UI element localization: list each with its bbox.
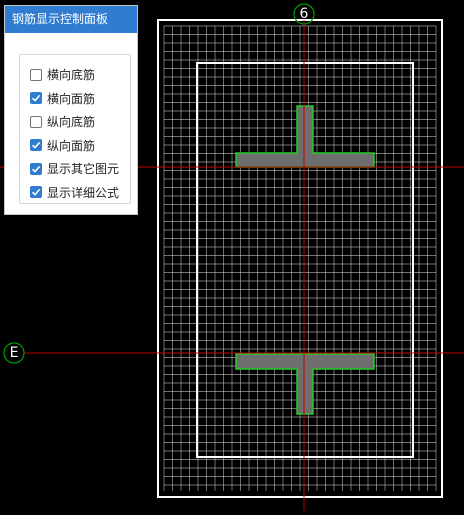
option-show-detailed-formula[interactable]: 显示详细公式 bbox=[20, 181, 130, 205]
checkbox-checked[interactable] bbox=[30, 162, 42, 175]
option-label: 显示其它图元 bbox=[47, 162, 120, 177]
lower-t-member bbox=[235, 353, 375, 415]
option-longitudinal-bottom-rebar[interactable]: 纵向底筋 bbox=[20, 110, 130, 134]
option-label: 纵向面筋 bbox=[47, 138, 96, 153]
option-transverse-top-rebar[interactable]: 横向面筋 bbox=[20, 87, 130, 111]
checkbox-checked[interactable] bbox=[30, 139, 42, 152]
checkbox-checked[interactable] bbox=[30, 186, 42, 199]
axis-6-label: 6 bbox=[299, 6, 309, 22]
option-label: 横向底筋 bbox=[47, 68, 96, 83]
checkbox-checked[interactable] bbox=[30, 92, 42, 105]
option-transverse-bottom-rebar[interactable]: 横向底筋 bbox=[20, 63, 130, 87]
option-label: 纵向底筋 bbox=[47, 115, 96, 130]
checkbox-unchecked[interactable] bbox=[30, 115, 42, 128]
checkbox-unchecked[interactable] bbox=[30, 68, 42, 81]
option-show-other-elements[interactable]: 显示其它图元 bbox=[20, 157, 130, 181]
panel-title: 钢筋显示控制面板 bbox=[5, 6, 137, 33]
option-longitudinal-top-rebar[interactable]: 纵向面筋 bbox=[20, 134, 130, 158]
axis-e-label: E bbox=[9, 345, 19, 361]
option-label: 显示详细公式 bbox=[47, 185, 120, 200]
rebar-grid bbox=[163, 25, 437, 491]
option-label: 横向面筋 bbox=[47, 91, 96, 106]
options-group: 横向底筋 横向面筋 纵向底筋 纵向面筋 显示其它图元 显示详细公式 bbox=[19, 54, 131, 204]
rebar-display-control-panel: 钢筋显示控制面板 横向底筋 横向面筋 纵向底筋 纵向面筋 显示其它图元 显示详细… bbox=[4, 5, 138, 215]
